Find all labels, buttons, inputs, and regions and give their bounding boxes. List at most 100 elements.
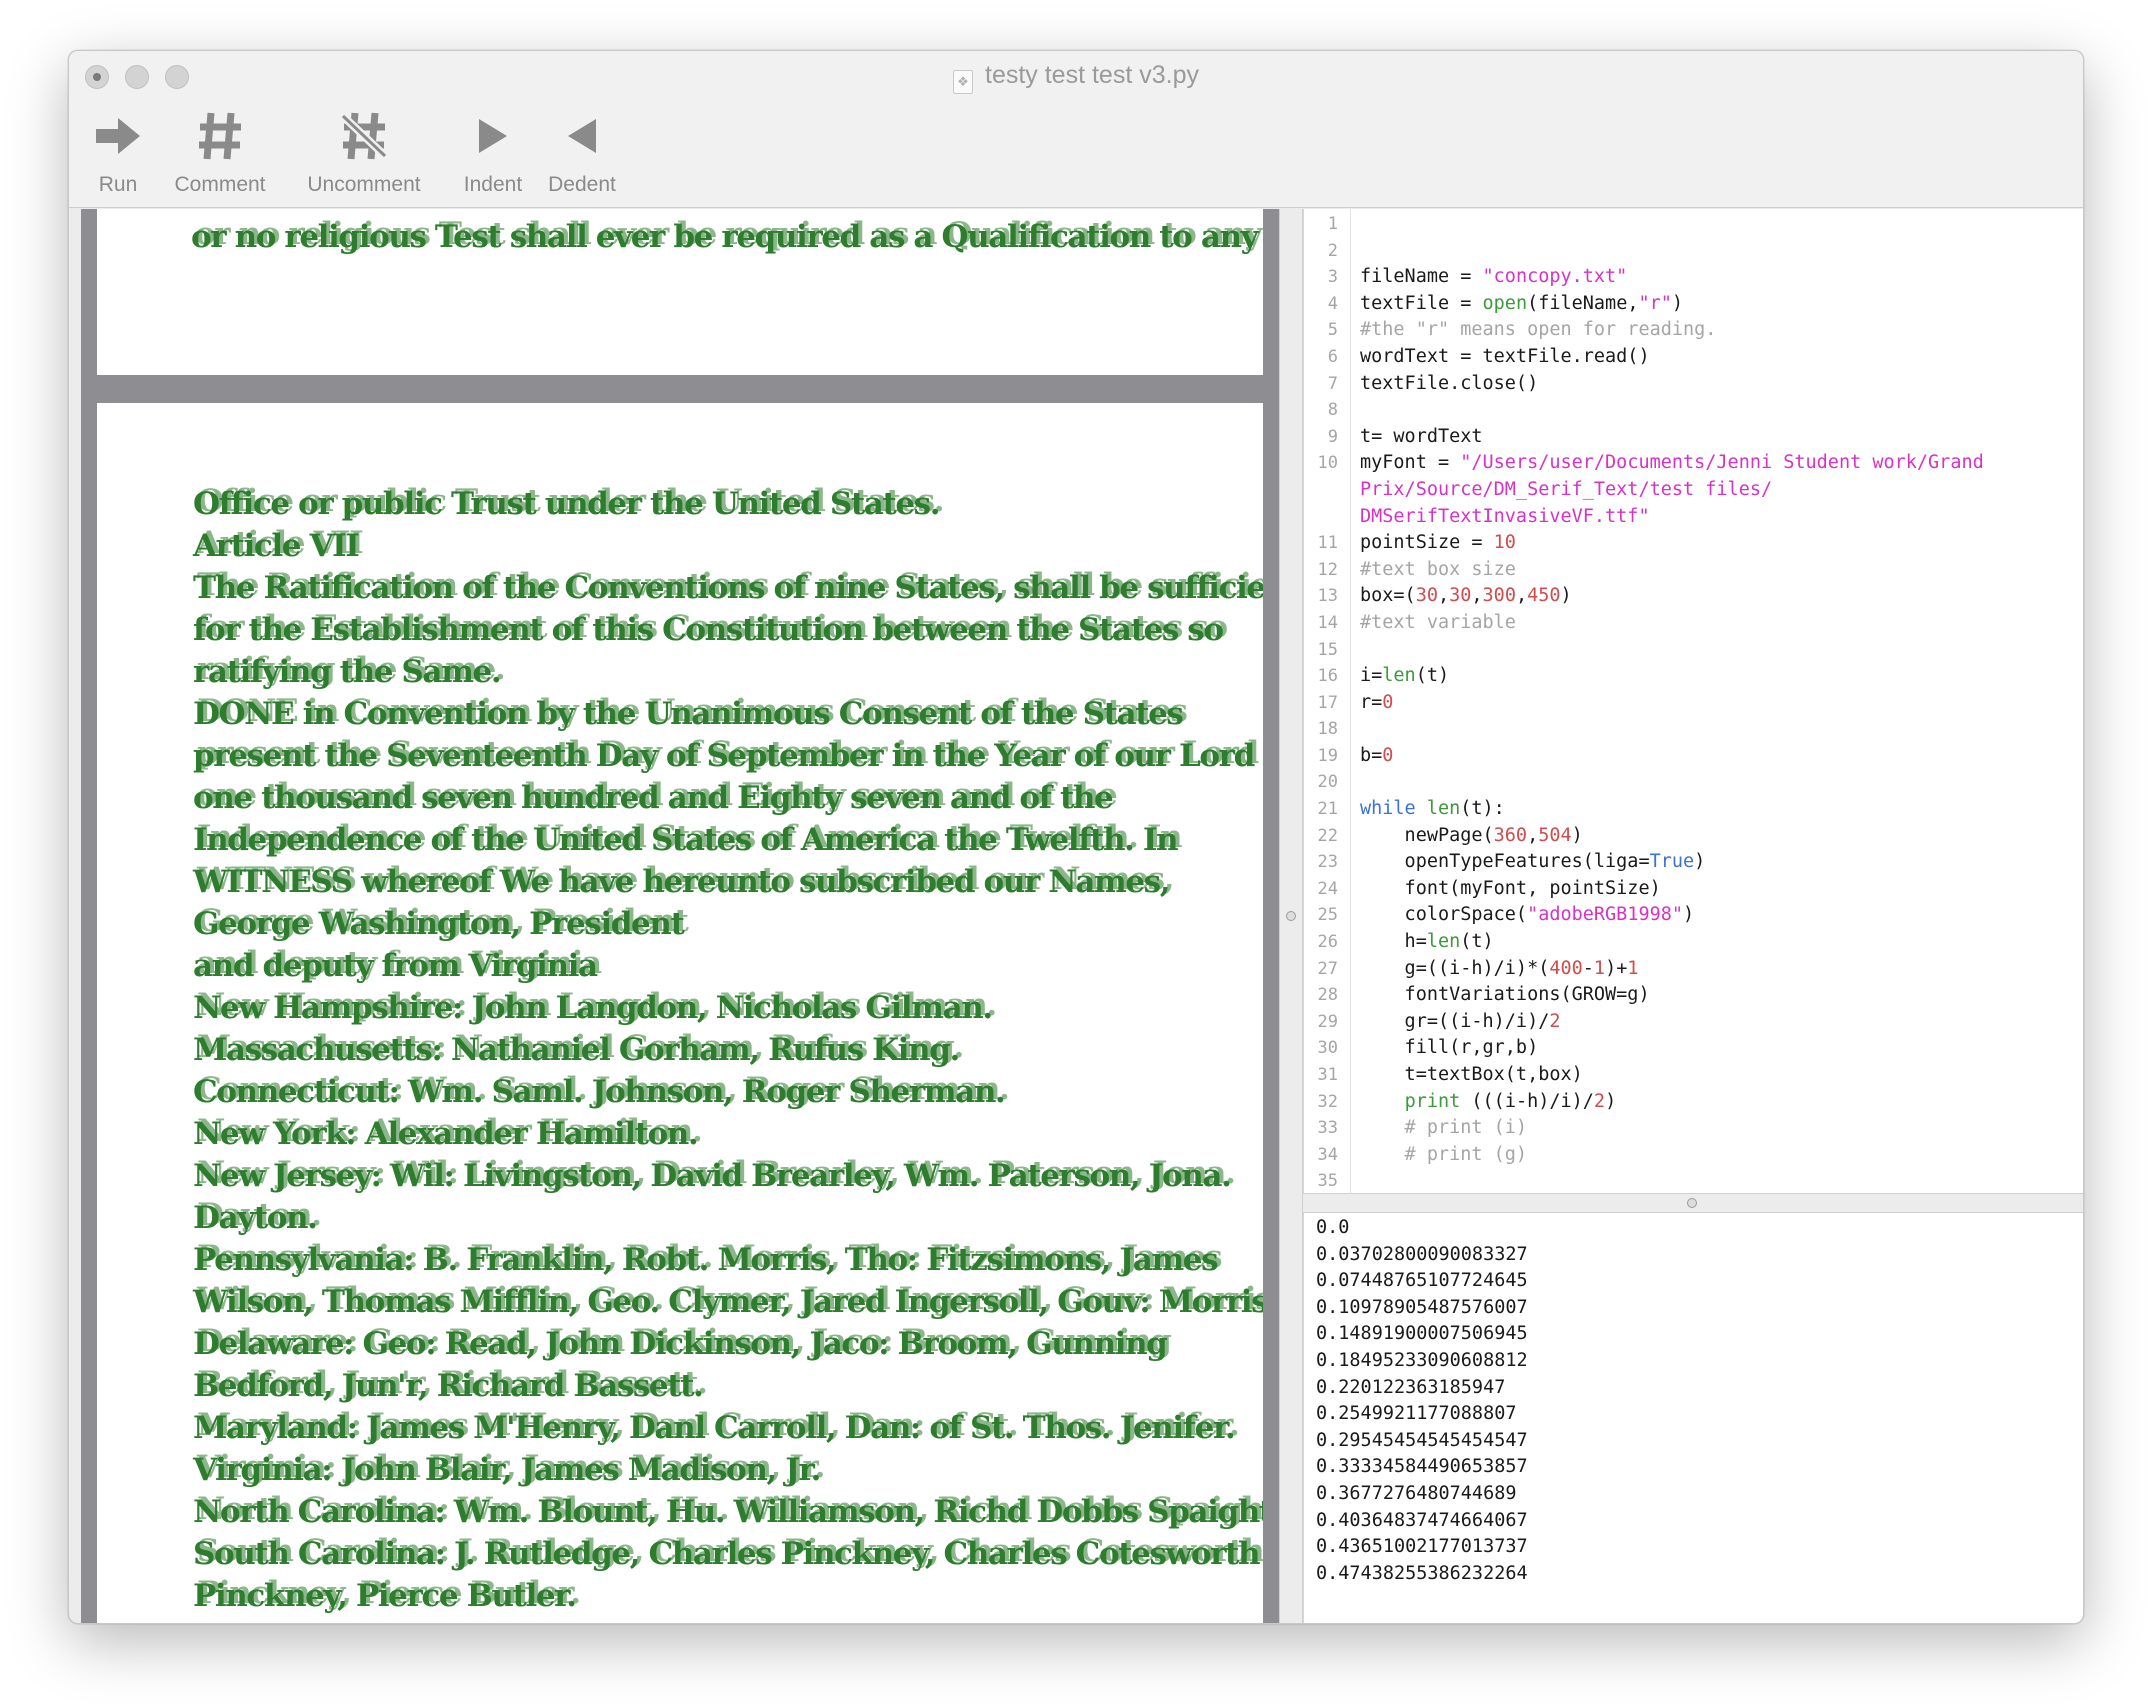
- code-line[interactable]: 11 pointSize = 10: [1304, 530, 2083, 557]
- code-line[interactable]: 29 gr=((i-h)/i)/2: [1304, 1009, 2083, 1036]
- code-token: g=((i-h)/i)*(: [1360, 957, 1550, 979]
- dedent-button[interactable]: Dedent: [539, 105, 625, 197]
- code-editor[interactable]: 1 2 3 fileName = "concopy.txt" 4 textFile = o…: [1303, 209, 2083, 1193]
- code-token: # print (g): [1360, 1143, 1528, 1165]
- canvas-text-block: Office or public Trust under the United …: [193, 483, 1263, 1617]
- code-token: ): [1605, 1090, 1617, 1112]
- code-line[interactable]: 8: [1304, 397, 2083, 424]
- code-line[interactable]: 16 i=len(t): [1304, 663, 2083, 690]
- canvas-text-ghost: Maryland: James M'Henry, Danl Carroll, D…: [197, 1407, 1240, 1443]
- canvas-text-line: New Jersey: Wil: Livingston, David Brear…: [193, 1155, 1263, 1197]
- canvas-text-ghost: present the Seventeenth Day of September…: [197, 735, 1259, 771]
- canvas-text-ghost: New York: Alexander Hamilton.: [197, 1113, 703, 1149]
- code-token: gr=((i-h)/i)/: [1360, 1010, 1550, 1032]
- canvas-text-line: Pennsylvania: B. Franklin, Robt. Morris,…: [193, 1239, 1263, 1281]
- canvas-text-line: Dayton. Dayton.: [193, 1197, 1263, 1239]
- code-token: 1: [1627, 957, 1639, 979]
- output-console[interactable]: 0.0 0.03702800090083327 0.0744876510772464…: [1303, 1213, 2083, 1623]
- code-line[interactable]: 12 #text box size: [1304, 557, 2083, 584]
- code-token: (t):: [1460, 798, 1505, 820]
- code-line[interactable]: 22 newPage(360,504): [1304, 823, 2083, 850]
- code-token: fontVariations(GROW=g): [1360, 984, 1650, 1006]
- code-line[interactable]: 13 box=(30,30,300,450): [1304, 583, 2083, 610]
- code-line[interactable]: 3 fileName = "concopy.txt": [1304, 264, 2083, 291]
- horizontal-splitter[interactable]: [1303, 1193, 2083, 1213]
- canvas-text-line: or no religious Test shall ever be requi…: [191, 216, 1263, 255]
- code-line[interactable]: 19 b=0: [1304, 743, 2083, 770]
- canvas-preview[interactable]: or no religious Test shall ever be requi…: [81, 209, 1279, 1623]
- code-line[interactable]: 7 textFile.close(): [1304, 371, 2083, 398]
- code-token: 1: [1593, 957, 1606, 979]
- uncomment-hash-icon: [281, 105, 447, 167]
- code-token: fill(r,gr,b): [1360, 1037, 1539, 1059]
- code-token: "/Users/user/Documents/Jenni Student wor…: [1460, 452, 1984, 474]
- code-line[interactable]: 26 h=len(t): [1304, 929, 2083, 956]
- line-number: 20: [1317, 772, 1338, 793]
- vertical-splitter[interactable]: [1279, 209, 1303, 1623]
- code-token: 504: [1538, 824, 1572, 846]
- line-number: 11: [1317, 533, 1338, 554]
- code-line[interactable]: 30 fill(r,gr,b): [1304, 1035, 2083, 1062]
- code-token: box=(: [1360, 585, 1416, 607]
- line-number: 24: [1317, 878, 1338, 899]
- code-line[interactable]: 35: [1304, 1168, 2083, 1193]
- code-line[interactable]: 25 colorSpace("adobeRGB1998"): [1304, 902, 2083, 929]
- splitter-handle-icon: [1286, 911, 1296, 921]
- code-line[interactable]: 34 # print (g): [1304, 1142, 2083, 1169]
- code-token: )+: [1605, 957, 1628, 979]
- code-line[interactable]: 33 # print (i): [1304, 1115, 2083, 1142]
- code-text: textFile = open(fileName,"r"): [1360, 291, 1683, 318]
- code-line[interactable]: 6 wordText = textFile.read(): [1304, 344, 2083, 371]
- uncomment-button[interactable]: Uncomment: [281, 105, 447, 197]
- comment-button[interactable]: Comment: [165, 105, 275, 197]
- line-number: 6: [1327, 346, 1338, 367]
- output-line: 0.03702800090083327: [1316, 1243, 1528, 1265]
- code-line[interactable]: 31 t=textBox(t,box): [1304, 1062, 2083, 1089]
- code-line[interactable]: 21 while len(t):: [1304, 796, 2083, 823]
- canvas-text-ghost: Delaware: Geo: Read, John Dickinson, Jac…: [197, 1323, 1172, 1359]
- code-line[interactable]: Prix/Source/DM_Serif_Text/test files/: [1304, 477, 2083, 504]
- code-token: (((i-h)/i)/: [1460, 1090, 1594, 1112]
- code-line[interactable]: 18: [1304, 716, 2083, 743]
- code-text: openTypeFeatures(liga=True): [1360, 849, 1706, 876]
- code-token: textFile =: [1360, 292, 1483, 314]
- canvas-text-ghost: North Carolina: Wm. Blount, Hu. Williams…: [197, 1491, 1263, 1527]
- code-line[interactable]: 10 myFont = "/Users/user/Documents/Jenni …: [1304, 450, 2083, 477]
- canvas-text-ghost: Dayton.: [197, 1197, 322, 1233]
- output-line: 0.18495233090608812: [1316, 1349, 1528, 1371]
- code-line[interactable]: 15: [1304, 637, 2083, 664]
- indent-button[interactable]: Indent: [455, 105, 531, 197]
- line-number: 33: [1317, 1118, 1338, 1139]
- code-line[interactable]: 2: [1304, 238, 2083, 265]
- code-line[interactable]: 28 fontVariations(GROW=g): [1304, 982, 2083, 1009]
- code-token: ,: [1471, 585, 1483, 607]
- output-line: 0.33334584490653857: [1316, 1456, 1528, 1478]
- line-number: 14: [1317, 612, 1338, 633]
- code-text: fill(r,gr,b): [1360, 1035, 1539, 1062]
- canvas-text-ghost: Connecticut: Wm. Saml. Johnson, Roger Sh…: [197, 1071, 1010, 1107]
- canvas-text-ghost: Independence of the United States of Ame…: [197, 819, 1183, 855]
- line-number: 21: [1317, 799, 1338, 820]
- code-line[interactable]: 4 textFile = open(fileName,"r"): [1304, 291, 2083, 318]
- line-number: 23: [1317, 852, 1338, 873]
- code-line[interactable]: 9 t= wordText: [1304, 424, 2083, 451]
- canvas-text-line: George Washington, President George Washi…: [193, 903, 1263, 945]
- code-line[interactable]: 17 r=0: [1304, 690, 2083, 717]
- code-line[interactable]: 1: [1304, 211, 2083, 238]
- run-button[interactable]: Run: [85, 105, 151, 197]
- code-line[interactable]: 5 #the "r" means open for reading.: [1304, 317, 2083, 344]
- code-line[interactable]: 14 #text variable: [1304, 610, 2083, 637]
- code-line[interactable]: 20: [1304, 769, 2083, 796]
- code-line[interactable]: DMSerifTextInvasiveVF.ttf": [1304, 504, 2083, 531]
- code-line[interactable]: 32 print (((i-h)/i)/2): [1304, 1089, 2083, 1116]
- python-document-icon: ❖: [953, 70, 973, 94]
- canvas-text-ghost: ratifying the Same.: [197, 651, 506, 687]
- code-token: 0: [1382, 744, 1394, 766]
- window-title-text: testy test test v3.py: [985, 61, 1199, 89]
- code-line[interactable]: 24 font(myFont, pointSize): [1304, 876, 2083, 903]
- line-number: 35: [1317, 1171, 1338, 1192]
- indent-triangle-icon: [455, 105, 531, 167]
- code-line[interactable]: 23 openTypeFeatures(liga=True): [1304, 849, 2083, 876]
- code-line[interactable]: 27 g=((i-h)/i)*(400-1)+1: [1304, 956, 2083, 983]
- canvas-text-line: South Carolina: J. Rutledge, Charles Pin…: [193, 1533, 1263, 1575]
